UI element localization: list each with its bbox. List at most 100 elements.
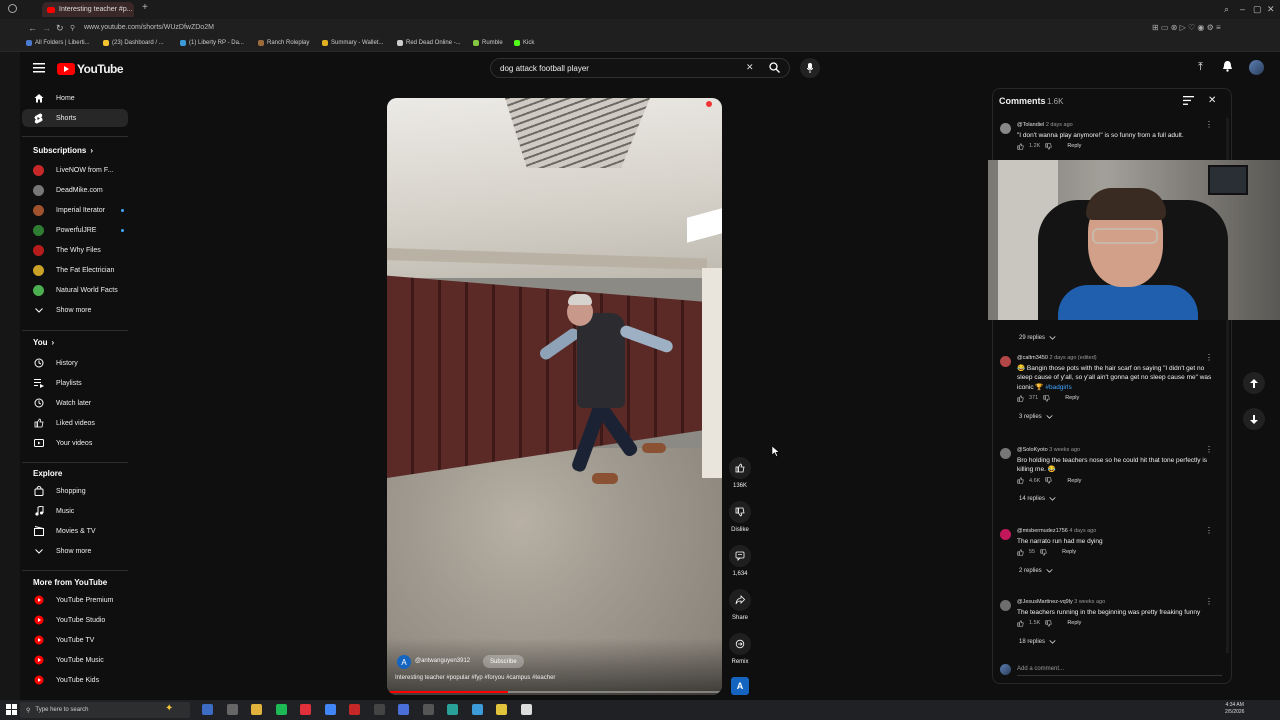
windows-start-icon[interactable] — [6, 704, 17, 715]
forward-icon[interactable]: → — [42, 23, 51, 33]
comment-author[interactable]: @JesusMartinez-vq9ly 3 weeks ago — [1017, 599, 1105, 605]
bookmark-item[interactable]: (23) Dashboard / ... — [103, 40, 164, 46]
show-more-button[interactable]: Show more — [22, 542, 128, 560]
taskbar-app-icon[interactable] — [447, 704, 458, 715]
sidebar-item-you[interactable]: Watch later — [22, 394, 128, 412]
dislike-button[interactable] — [729, 501, 751, 523]
sidebar-item-home[interactable]: Home — [22, 89, 128, 107]
close-comments-icon[interactable]: ✕ — [1208, 95, 1216, 106]
close-window-icon[interactable]: ✕ — [1267, 4, 1275, 15]
comment-like-icon[interactable] — [1017, 548, 1024, 556]
comment-hashtag[interactable]: #badgirls — [1045, 384, 1071, 391]
back-icon[interactable]: ← — [28, 23, 37, 33]
copilot-icon[interactable]: ✦ — [165, 703, 173, 714]
comment-more-icon[interactable]: ⋮ — [1205, 353, 1213, 362]
bookmark-item[interactable]: All Folders | Liberti... — [26, 40, 90, 46]
comments-button[interactable] — [729, 545, 751, 567]
browser-tab[interactable]: Interesting teacher #p... — [42, 2, 134, 17]
sidebar-item-explore[interactable]: Shopping — [22, 482, 128, 500]
bookmark-item[interactable]: Kick — [514, 40, 534, 46]
comment-reply-button[interactable]: Reply — [1065, 395, 1079, 401]
view-replies-button[interactable]: 2 replies — [1019, 568, 1053, 574]
sidebar-item-more[interactable]: YouTube Music — [22, 651, 128, 669]
share-button[interactable] — [729, 589, 751, 611]
sidebar-subscription[interactable]: Imperial Iterator — [22, 201, 128, 219]
create-icon[interactable]: ⤒ — [1198, 61, 1203, 74]
comment-like-icon[interactable] — [1017, 619, 1024, 627]
previous-short-button[interactable] — [1243, 372, 1265, 394]
taskbar-app-icon[interactable] — [520, 704, 532, 715]
sidebar-subscription[interactable]: Natural World Facts — [22, 281, 128, 299]
view-replies-button[interactable]: 14 replies — [1019, 496, 1056, 502]
remix-button[interactable] — [729, 633, 751, 655]
taskbar-app-icon[interactable] — [373, 704, 385, 715]
sidebar-item-more[interactable]: YouTube TV — [22, 631, 128, 649]
taskbar-file-explorer-icon[interactable] — [251, 704, 262, 715]
search-input[interactable]: dog attack football player — [500, 64, 589, 73]
account-avatar[interactable] — [1249, 60, 1264, 75]
comment-avatar[interactable] — [1000, 529, 1011, 540]
sound-channel-avatar[interactable]: A — [731, 677, 749, 695]
sort-comments-icon[interactable] — [1183, 96, 1194, 105]
view-replies-button[interactable]: 3 replies — [1019, 414, 1053, 420]
sidebar-item-more[interactable]: YouTube Kids — [22, 671, 128, 689]
bookmark-item[interactable]: Ranch Roleplay — [258, 40, 309, 46]
view-replies-button[interactable]: 18 replies — [1019, 639, 1056, 645]
taskbar-app-icon[interactable] — [496, 704, 507, 715]
explore-header[interactable]: Explore — [33, 469, 62, 478]
minimize-icon[interactable]: – — [1240, 4, 1245, 14]
comment-author[interactable]: @caltm3450 2 days ago (edited) — [1017, 355, 1097, 361]
short-video-player[interactable]: A @antwanguyen3912 Subscribe Interesting… — [387, 98, 722, 695]
sidebar-item-more[interactable]: YouTube Studio — [22, 611, 128, 629]
comment-reply-button[interactable]: Reply — [1062, 549, 1076, 555]
comment-author[interactable]: @misbermudez1756 4 days ago — [1017, 528, 1096, 534]
comment-like-icon[interactable] — [1017, 477, 1024, 484]
like-button[interactable] — [729, 457, 751, 479]
site-info-icon[interactable]: ⚲ — [70, 24, 75, 32]
channel-avatar[interactable]: A — [397, 655, 411, 669]
subscribe-button[interactable]: Subscribe — [483, 655, 524, 668]
taskbar-chrome-icon[interactable] — [324, 704, 336, 715]
comment-dislike-icon[interactable] — [1043, 394, 1050, 402]
comment-avatar[interactable] — [1000, 448, 1011, 459]
sidebar-item-explore[interactable]: Movies & TV — [22, 522, 128, 540]
taskbar-opera-icon[interactable] — [300, 704, 311, 715]
view-replies-button[interactable]: 29 replies — [1019, 335, 1056, 341]
bookmark-item[interactable]: Red Dead Online -... — [397, 40, 461, 46]
voice-search-button[interactable] — [800, 58, 820, 78]
comment-more-icon[interactable]: ⋮ — [1205, 526, 1213, 535]
taskbar-app-icon[interactable] — [349, 704, 360, 715]
sidebar-item-you[interactable]: Playlists — [22, 374, 128, 392]
taskbar-clock[interactable]: 4:34 AM 2/5/2026 — [1225, 702, 1244, 715]
sidebar-subscription[interactable]: The Why Files — [22, 241, 128, 259]
url-text[interactable]: www.youtube.com/shorts/WUzDfwZDo2M — [84, 24, 214, 31]
taskbar-app-icon[interactable] — [471, 704, 483, 715]
comment-like-icon[interactable] — [1017, 394, 1024, 402]
comment-dislike-icon[interactable] — [1045, 142, 1053, 150]
comment-like-icon[interactable] — [1017, 142, 1024, 150]
sidebar-item-you[interactable]: History — [22, 354, 128, 372]
comment-avatar[interactable] — [1000, 356, 1011, 367]
sidebar-item-shorts[interactable]: Shorts — [22, 109, 128, 127]
bookmark-item[interactable]: Rumble — [473, 40, 503, 46]
clear-search-icon[interactable]: ✕ — [746, 62, 754, 73]
bookmark-item[interactable]: (1) Liberty RP - Da... — [180, 40, 244, 46]
search-tabs-icon[interactable]: ⌕ — [1224, 4, 1229, 15]
comment-avatar[interactable] — [1000, 123, 1011, 134]
sidebar-subscription[interactable]: LiveNOW from F... — [22, 161, 128, 179]
next-short-button[interactable] — [1243, 408, 1265, 430]
sidebar-item-you[interactable]: Liked videos — [22, 414, 128, 432]
sidebar-item-explore[interactable]: Music — [22, 502, 128, 520]
comment-dislike-icon[interactable] — [1040, 548, 1047, 556]
youtube-logo-text[interactable]: YouTube — [77, 62, 124, 76]
show-more-button[interactable]: Show more — [22, 301, 128, 319]
comment-author[interactable]: @Tolandiel 2 days ago — [1017, 122, 1073, 128]
comment-author[interactable]: @SoloKyoto 3 weeks ago — [1017, 447, 1080, 453]
channel-handle[interactable]: @antwanguyen3912 — [415, 658, 470, 664]
taskbar-spotify-icon[interactable] — [275, 704, 287, 715]
notifications-icon[interactable] — [1222, 60, 1233, 72]
menu-icon[interactable] — [33, 63, 45, 73]
new-tab-icon[interactable]: + — [142, 2, 148, 13]
comment-dislike-icon[interactable] — [1045, 619, 1053, 627]
taskbar-app-icon[interactable] — [398, 704, 409, 715]
